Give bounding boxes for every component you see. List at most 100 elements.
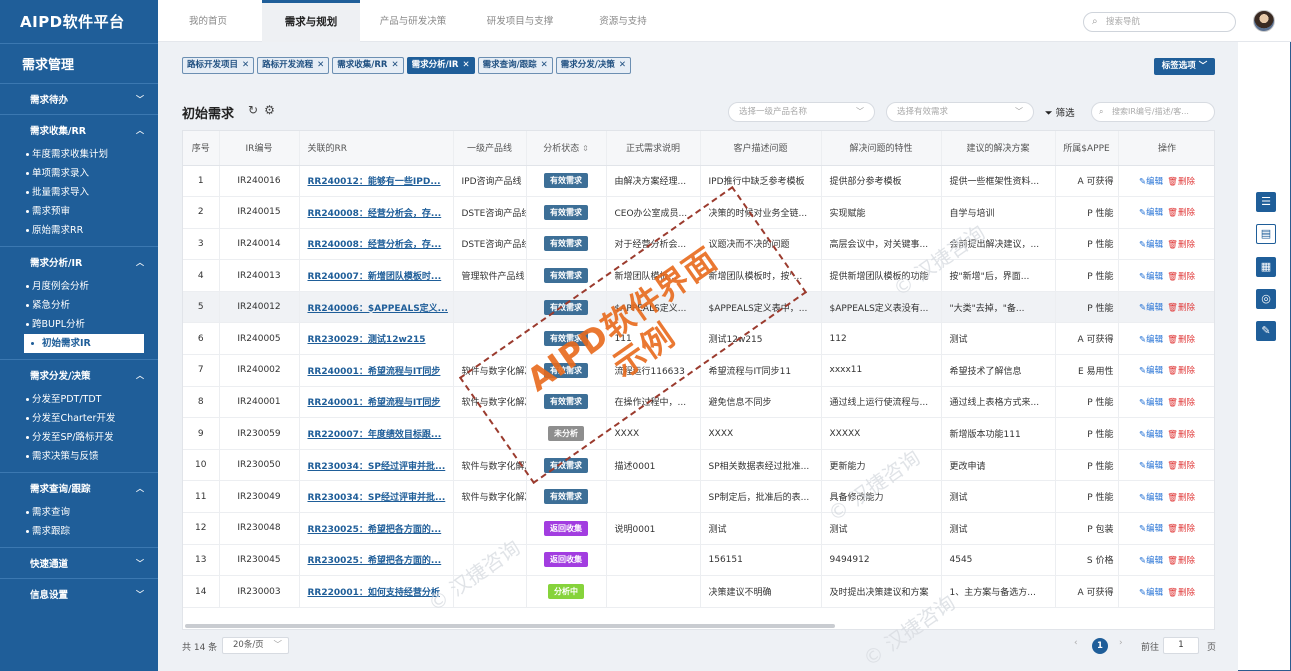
close-icon[interactable]: ✕ bbox=[462, 60, 469, 70]
list-icon[interactable]: ☰ bbox=[1256, 192, 1276, 212]
rr-link[interactable]: RR240001：希望流程与IT同步 bbox=[299, 354, 454, 387]
table-row[interactable]: 14 IR230003 RR220001：如何支持经营分析 分析中 决策建议不明确 及时提… bbox=[183, 575, 1214, 608]
delete-button[interactable]: 🗑删除 bbox=[1167, 303, 1195, 313]
rr-link[interactable]: RR240007：新增团队模板时... bbox=[299, 259, 454, 292]
delete-button[interactable]: 🗑删除 bbox=[1167, 208, 1195, 218]
sidebar-item[interactable]: 紧急分析 bbox=[0, 296, 158, 315]
table-row[interactable]: 13 IR230045 RR230025：希望把各方面的... 返回收集 156151 9… bbox=[183, 544, 1214, 577]
close-icon[interactable]: ✕ bbox=[619, 60, 626, 70]
close-icon[interactable]: ✕ bbox=[541, 60, 548, 70]
sort-icon[interactable]: ⇕ bbox=[582, 144, 589, 153]
table-row[interactable]: 8IR240001RR240001：希望流程与IT同步软件与数字化解决 有效需求 在… bbox=[183, 386, 1214, 419]
table-row[interactable]: 6 IR240005 RR230029：测试12w215 有效需求 111 测试12w21… bbox=[183, 322, 1214, 356]
delete-button[interactable]: 🗑删除 bbox=[1167, 461, 1195, 471]
chip-active[interactable]: 需求分析/IR ✕ bbox=[406, 57, 475, 74]
tab-rd-projects[interactable]: 研发项目与支撑 bbox=[466, 0, 574, 42]
edit-button[interactable]: ✎编辑 bbox=[1139, 461, 1163, 471]
rr-link[interactable]: RR240012：能够有一些IPD... bbox=[299, 165, 454, 198]
close-icon[interactable]: ✕ bbox=[391, 60, 398, 70]
chip[interactable]: 需求分发/决策 ✕ bbox=[555, 57, 632, 74]
sidebar-item[interactable]: 需求决策与反馈 bbox=[0, 447, 158, 466]
edit-button[interactable]: ✎编辑 bbox=[1139, 398, 1163, 408]
chip[interactable]: 路标开发流程 ✕ bbox=[257, 57, 330, 74]
current-page[interactable]: 1 bbox=[1092, 638, 1108, 654]
sidebar-item[interactable]: 原始需求RR bbox=[0, 221, 158, 240]
table-row[interactable]: 3 IR240014 RR240008：经营分析会，存... DSTE咨询产品线 有效需… bbox=[183, 228, 1214, 261]
product-select[interactable]: 选择一级产品名称 ﹀ bbox=[728, 102, 875, 122]
delete-button[interactable]: 🗑删除 bbox=[1167, 524, 1195, 534]
rr-link[interactable]: RR240008：经营分析会，存... bbox=[299, 196, 454, 229]
rr-link[interactable]: RR220007：年度绩效目标跟... bbox=[299, 417, 454, 450]
edit-button[interactable]: ✎编辑 bbox=[1139, 335, 1163, 345]
edit-button[interactable]: ✎编辑 bbox=[1139, 588, 1163, 598]
edit-button[interactable]: ✎编辑 bbox=[1139, 493, 1163, 503]
edit-button[interactable]: ✎编辑 bbox=[1139, 272, 1163, 282]
chip[interactable]: 路标开发项目 ✕ bbox=[182, 57, 255, 74]
delete-button[interactable]: 🗑删除 bbox=[1167, 366, 1195, 376]
rr-link[interactable]: RR220001：如何支持经营分析 bbox=[299, 575, 454, 608]
edit-button[interactable]: ✎编辑 bbox=[1139, 430, 1163, 440]
delete-button[interactable]: 🗑删除 bbox=[1167, 588, 1195, 598]
nav-search-input[interactable]: ⌕ 搜索导航 bbox=[1083, 12, 1236, 32]
col-header-sortable[interactable]: 分析状态 ⇕ bbox=[526, 131, 607, 166]
tab-resources[interactable]: 资源与支持 bbox=[578, 0, 668, 42]
table-row[interactable]: 1 IR240016 RR240012：能够有一些IPD... IPD咨询产品线 有效需… bbox=[183, 165, 1214, 198]
goto-page-input[interactable]: 1 bbox=[1163, 637, 1199, 654]
tag-options-button[interactable]: 标签选项 ﹀ bbox=[1154, 58, 1215, 75]
delete-button[interactable]: 🗑删除 bbox=[1167, 493, 1195, 503]
table-row[interactable]: 12 IR230048 RR230025：希望把各方面的... 返回收集 说明0001 测… bbox=[183, 512, 1214, 545]
edit-button[interactable]: ✎编辑 bbox=[1139, 366, 1163, 376]
table-row[interactable]: 7IR240002RR240001：希望流程与IT同步软件与数字化解决 有效需求 流… bbox=[183, 354, 1214, 387]
avatar[interactable] bbox=[1253, 10, 1275, 32]
close-icon[interactable]: ✕ bbox=[242, 60, 249, 70]
table-row[interactable]: 9 IR230059 RR220007：年度绩效目标跟... 未分析 XXXX XXXX X… bbox=[183, 417, 1214, 450]
sidebar-group-head[interactable]: 信息设置 ﹀ bbox=[0, 579, 158, 609]
rr-link[interactable]: RR230034：SP经过评审并批... bbox=[299, 480, 454, 514]
sidebar-group-head[interactable]: 需求分发/决策 ︿ bbox=[0, 360, 158, 390]
chip[interactable]: 需求收集/RR ✕ bbox=[332, 57, 404, 74]
edit-button[interactable]: ✎编辑 bbox=[1139, 524, 1163, 534]
tab-requirements[interactable]: 需求与规划 bbox=[262, 0, 360, 42]
gear-icon[interactable]: ⚙ bbox=[264, 103, 275, 117]
close-icon[interactable]: ✕ bbox=[317, 60, 324, 70]
delete-button[interactable]: 🗑删除 bbox=[1167, 272, 1195, 282]
rr-link[interactable]: RR240008：经营分析会，存... bbox=[299, 228, 454, 261]
sidebar-item[interactable]: 年度需求收集计划 bbox=[0, 145, 158, 164]
horizontal-scrollbar[interactable] bbox=[185, 624, 835, 628]
document-icon[interactable]: ▤ bbox=[1256, 224, 1276, 244]
delete-button[interactable]: 🗑删除 bbox=[1167, 556, 1195, 566]
sidebar-group-head[interactable]: 需求收集/RR ︿ bbox=[0, 115, 158, 145]
table-row[interactable]: 2 IR240015 RR240008：经营分析会，存... DSTE咨询产品线 有效需… bbox=[183, 196, 1214, 229]
delete-button[interactable]: 🗑删除 bbox=[1167, 335, 1195, 345]
sidebar-group-head[interactable]: 需求查询/跟踪 ︿ bbox=[0, 473, 158, 503]
refresh-icon[interactable]: ↻ bbox=[248, 103, 258, 117]
delete-button[interactable]: 🗑删除 bbox=[1167, 430, 1195, 440]
sidebar-item[interactable]: 需求跟踪 bbox=[0, 522, 158, 541]
chip[interactable]: 需求查询/跟踪 ✕ bbox=[477, 57, 553, 74]
rr-link[interactable]: RR230025：希望把各方面的... bbox=[299, 544, 454, 577]
table-row[interactable]: 10IR230050RR230034：SP经过评审并批...软件与数字化解决 有效… bbox=[183, 449, 1214, 482]
delete-button[interactable]: 🗑删除 bbox=[1167, 240, 1195, 250]
sidebar-group-head[interactable]: 快速通道 ﹀ bbox=[0, 548, 158, 578]
edit-button[interactable]: ✎编辑 bbox=[1139, 303, 1163, 313]
delete-button[interactable]: 🗑删除 bbox=[1167, 177, 1195, 187]
sidebar-item[interactable]: 跨BUPL分析 bbox=[0, 315, 158, 334]
table-row[interactable]: 11IR230049RR230034：SP经过评审并批...软件与数字化解决 有效… bbox=[183, 480, 1214, 514]
sidebar-item[interactable]: 单项需求录入 bbox=[0, 164, 158, 183]
chat-icon[interactable]: ◎ bbox=[1256, 289, 1276, 309]
sidebar-group-head[interactable]: 需求待办 ﹀ bbox=[0, 84, 158, 114]
sidebar-item[interactable]: 分发至Charter开发 bbox=[0, 409, 158, 428]
prev-page-icon[interactable]: ‹ bbox=[1074, 638, 1078, 648]
next-page-icon[interactable]: › bbox=[1119, 638, 1123, 648]
sidebar-group-head[interactable]: 需求分析/IR ︿ bbox=[0, 247, 158, 277]
ir-search-input[interactable]: ⌕ 搜索IR编号/描述/客... bbox=[1091, 102, 1215, 122]
table-row[interactable]: 5 IR240012 RR240006：$APPEALS定义... 有效需求 $APPE… bbox=[183, 291, 1214, 324]
edit-button[interactable]: ✎编辑 bbox=[1139, 208, 1163, 218]
rr-link[interactable]: RR230029：测试12w215 bbox=[299, 322, 454, 356]
sidebar-item[interactable]: 分发至SP/路标开发 bbox=[0, 428, 158, 447]
edit-button[interactable]: ✎编辑 bbox=[1139, 240, 1163, 250]
rr-link[interactable]: RR240006：$APPEALS定义... bbox=[299, 291, 454, 324]
tab-product-decision[interactable]: 产品与研发决策 bbox=[363, 0, 463, 42]
delete-button[interactable]: 🗑删除 bbox=[1167, 398, 1195, 408]
sidebar-item[interactable]: 需求查询 bbox=[0, 503, 158, 522]
